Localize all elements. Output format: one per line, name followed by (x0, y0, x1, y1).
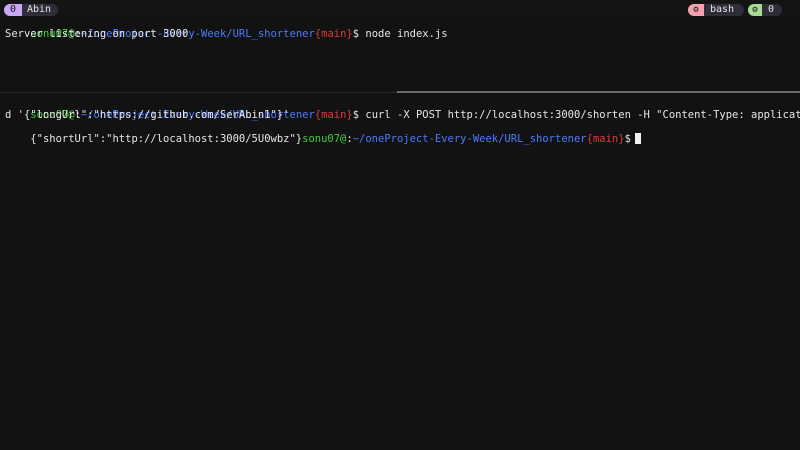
command-text: node index.js (359, 28, 448, 40)
terminal-pane-top[interactable]: sonu07@:~/oneProject-Every-Week/URL_shor… (0, 16, 800, 90)
prompt-symbol: $ (624, 133, 631, 145)
command-text-continued: d '{"longUrl":"https://github.com/SerAbi… (5, 109, 290, 121)
session-tab[interactable]: 0 Abin (4, 4, 58, 16)
pane-divider[interactable] (397, 91, 800, 93)
window-count-label: 0 (768, 4, 775, 15)
response-line: {"shortUrl":"http://localhost:3000/5U0wb… (5, 121, 641, 157)
prompt-branch: {main} (314, 28, 353, 40)
command-text: curl -X POST http://localhost:3000/short… (365, 109, 800, 121)
session-index: 0 (4, 4, 22, 16)
command-output: {"shortUrl":"http://localhost:3000/5U0wb… (30, 133, 303, 145)
gear-icon: ⚙ (688, 4, 704, 16)
text-cursor (634, 133, 641, 144)
command-output: Server listening on port 3000 (5, 28, 189, 40)
prompt-branch: {main} (314, 109, 353, 121)
gear-icon: ⚙ (748, 4, 762, 16)
prompt-path: ~/oneProject-Every-Week/URL_shortener (352, 133, 587, 145)
shell-label: bash (710, 4, 735, 15)
prompt-user: sonu07@ (302, 133, 347, 145)
session-name: Abin (27, 4, 52, 15)
pane-divider-left (0, 92, 397, 93)
shell-indicator: ⚙ bash (688, 4, 744, 16)
prompt-branch: {main} (586, 133, 625, 145)
window-count-indicator: ⚙ 0 (748, 4, 782, 16)
terminal-pane-bottom[interactable]: sonu07@:~/oneProject-Every-Week/URL_shor… (0, 97, 800, 450)
